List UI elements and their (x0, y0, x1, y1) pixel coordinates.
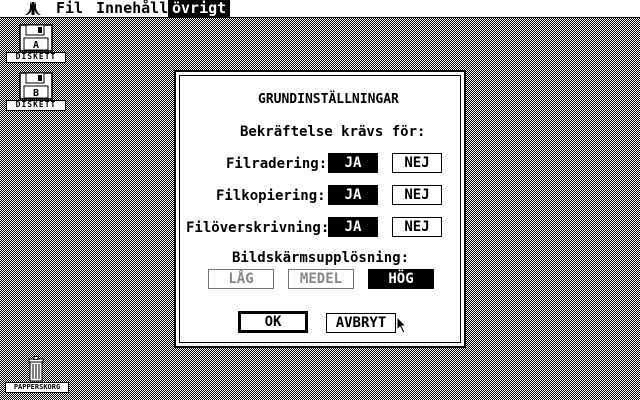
svg-text:B: B (33, 88, 39, 99)
row-label-filoverskrivning: Filöverskrivning: (186, 220, 330, 236)
resolution-hog-button[interactable]: HÖG (368, 269, 434, 289)
disk-b-icon[interactable]: B DISKETT (5, 72, 67, 111)
trash-can-icon (28, 356, 44, 382)
filkopiering-ja-button[interactable]: JA (328, 185, 378, 205)
trash-icon[interactable]: PAPPERSKORG (5, 356, 69, 393)
resolution-medel-button[interactable]: MEDEL (288, 269, 354, 289)
cancel-button[interactable]: AVBRYT (326, 313, 396, 333)
disk-a-label: DISKETT (6, 52, 66, 63)
filoverskrivning-ja-button[interactable]: JA (328, 217, 378, 237)
trash-label: PAPPERSKORG (5, 382, 69, 393)
menu-innehall[interactable]: Innehåll (92, 0, 172, 17)
row-label-filradering: Filradering: (226, 156, 328, 172)
floppy-disk-icon: A (19, 24, 53, 52)
menu-bar: Fil Innehåll övrigt (0, 0, 640, 18)
menu-fil[interactable]: Fil (52, 0, 87, 17)
settings-dialog: GRUNDINSTÄLLNINGAR Bekräftelse krävs för… (174, 70, 466, 348)
filradering-nej-button[interactable]: NEJ (392, 153, 442, 173)
filoverskrivning-nej-button[interactable]: NEJ (392, 217, 442, 237)
disk-b-label: DISKETT (6, 100, 66, 111)
dialog-inner-frame (179, 75, 461, 343)
confirm-heading: Bekräftelse krävs för: (240, 124, 426, 140)
disk-a-icon[interactable]: A DISKETT (5, 24, 67, 63)
ok-button[interactable]: OK (238, 311, 308, 333)
filradering-ja-button[interactable]: JA (328, 153, 378, 173)
resolution-lag-button[interactable]: LÅG (208, 269, 274, 289)
atari-logo-icon[interactable] (22, 0, 44, 18)
menu-ovrigt[interactable]: övrigt (168, 0, 231, 17)
resolution-heading: Bildskärmsupplösning: (232, 250, 410, 266)
filkopiering-nej-button[interactable]: NEJ (392, 185, 442, 205)
mouse-pointer-icon (396, 315, 408, 338)
dialog-title: GRUNDINSTÄLLNINGAR (258, 92, 399, 107)
floppy-disk-icon: B (19, 72, 53, 100)
row-label-filkopiering: Filkopiering: (216, 188, 326, 204)
svg-text:A: A (33, 40, 39, 51)
